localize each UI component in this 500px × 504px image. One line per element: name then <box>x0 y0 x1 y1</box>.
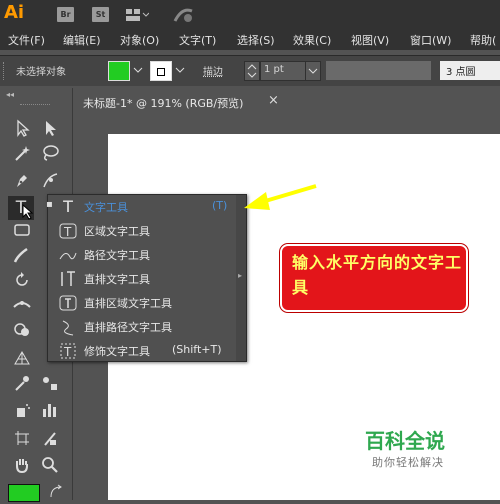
pen-tool-icon[interactable] <box>12 170 32 190</box>
selected-marker-icon: ▪ <box>46 199 53 210</box>
lasso-tool-icon[interactable] <box>40 143 60 163</box>
close-tab-icon[interactable]: × <box>268 93 279 108</box>
svg-text:T: T <box>63 345 72 359</box>
flyout-item-shortcut: (T) <box>212 199 228 212</box>
fill-swatch[interactable] <box>8 484 40 502</box>
svg-text:T: T <box>63 225 72 239</box>
direct-selection-tool-icon[interactable] <box>40 118 60 138</box>
vertical-type-on-path-icon <box>58 317 78 337</box>
watermark-subtitle: 助你轻松解决 <box>372 456 444 469</box>
workspace-layout-icon[interactable] <box>125 6 150 24</box>
hand-tool-icon[interactable] <box>12 455 32 475</box>
flyout-item-area-type-tool[interactable]: T 区域文字工具 <box>48 219 246 243</box>
tearoff-arrow-icon: ▸ <box>238 271 243 280</box>
app-bar <box>0 0 500 30</box>
menu-file[interactable]: 文件(F) <box>8 32 45 48</box>
width-tool-icon[interactable] <box>12 295 32 315</box>
callout-text: 输入水平方向的文字工具 <box>292 253 463 297</box>
flyout-item-vertical-type-on-path-tool[interactable]: 直排路径文字工具 <box>48 315 246 339</box>
menu-select[interactable]: 选择(S) <box>237 32 275 48</box>
stroke-dropdown-icon[interactable] <box>173 62 187 78</box>
flyout-item-vertical-area-type-tool[interactable]: 直排区域文字工具 <box>48 291 246 315</box>
rectangle-tool-icon[interactable] <box>12 220 32 240</box>
flyout-item-type-tool[interactable]: ▪ T 文字工具 (T) <box>46 195 246 219</box>
instruction-callout: 输入水平方向的文字工具 <box>280 244 468 312</box>
slice-tool-icon[interactable] <box>40 428 60 448</box>
flyout-item-touch-type-tool[interactable]: T 修饰文字工具 (Shift+T) <box>48 339 246 363</box>
tools-panel-grip[interactable] <box>20 104 50 107</box>
touch-type-icon: T <box>58 341 78 361</box>
paintbrush-tool-icon[interactable] <box>12 245 32 265</box>
menu-help[interactable]: 帮助( <box>470 32 496 48</box>
vertical-area-type-icon <box>58 293 78 313</box>
bridge-button[interactable]: Br <box>57 7 74 22</box>
column-graph-tool-icon[interactable] <box>40 400 60 420</box>
collapse-panel-icon[interactable]: ◂◂ <box>6 90 14 99</box>
control-bar-grip[interactable] <box>3 62 7 80</box>
watermark-title: 百科全说 <box>365 429 445 453</box>
flyout-item-label: 直排文字工具 <box>84 273 150 286</box>
variable-width-profile[interactable] <box>326 61 431 80</box>
flyout-item-label: 直排路径文字工具 <box>84 321 172 334</box>
type-icon: T <box>63 197 73 216</box>
stroke-stepper[interactable] <box>244 61 260 81</box>
stock-button[interactable]: St <box>92 7 109 22</box>
menu-view[interactable]: 视图(V) <box>351 32 389 48</box>
fill-color-swatch[interactable] <box>108 61 130 81</box>
flyout-item-vertical-type-tool[interactable]: 直排文字工具 <box>48 267 246 291</box>
selection-status: 未选择对象 <box>16 67 66 78</box>
annotation-arrow <box>240 180 320 220</box>
menu-object[interactable]: 对象(O) <box>120 32 159 48</box>
artboard-tool-icon[interactable] <box>12 428 32 448</box>
menu-window[interactable]: 窗口(W) <box>410 32 451 48</box>
brush-definition-value: 3 点圆 <box>446 67 476 78</box>
flyout-item-label: 区域文字工具 <box>84 225 150 238</box>
gpu-performance-icon[interactable] <box>172 5 196 25</box>
rotate-tool-icon[interactable] <box>12 270 32 290</box>
type-tools-flyout: ▪ T 文字工具 (T) T 区域文字工具 路径文字工具 直排文字工具 直排区域… <box>46 194 247 363</box>
perspective-grid-tool-icon[interactable] <box>12 348 32 368</box>
document-title: 未标题-1* @ 191% (RGB/预览) <box>83 97 244 110</box>
selection-tool-icon[interactable] <box>12 118 32 138</box>
type-on-path-icon <box>58 245 78 265</box>
menu-edit[interactable]: 编辑(E) <box>63 32 101 48</box>
stroke-weight-field[interactable]: 1 pt <box>260 61 306 81</box>
swap-fill-stroke-icon[interactable] <box>48 484 64 500</box>
app-logo: Ai <box>4 2 25 23</box>
mouse-cursor-icon <box>22 203 34 220</box>
flyout-item-label: 直排区域文字工具 <box>84 297 172 310</box>
zoom-tool-icon[interactable] <box>40 455 60 475</box>
stroke-color-swatch[interactable] <box>150 61 172 81</box>
area-type-icon: T <box>58 221 78 241</box>
flyout-item-shortcut: (Shift+T) <box>172 343 222 356</box>
fill-dropdown-icon[interactable] <box>131 62 145 78</box>
menu-type[interactable]: 文字(T) <box>179 32 216 48</box>
vertical-type-icon <box>58 269 78 289</box>
flyout-item-label: 路径文字工具 <box>84 249 150 262</box>
flyout-item-label: 文字工具 <box>84 201 128 214</box>
menu-effect[interactable]: 效果(C) <box>293 32 331 48</box>
document-tab[interactable]: 未标题-1* @ 191% (RGB/预览) × <box>75 90 295 114</box>
stroke-weight-value: 1 pt <box>264 64 284 75</box>
stroke-label[interactable]: 描边 <box>203 63 223 78</box>
eyedropper-tool-icon[interactable] <box>12 373 32 393</box>
shape-builder-tool-icon[interactable] <box>12 320 32 340</box>
curvature-tool-icon[interactable] <box>40 170 60 190</box>
brush-definition-field[interactable]: 3 点圆 <box>440 61 500 80</box>
blend-tool-icon[interactable] <box>40 373 60 393</box>
magic-wand-tool-icon[interactable] <box>12 143 32 163</box>
stroke-weight-dropdown-icon[interactable] <box>305 61 321 81</box>
flyout-item-label: 修饰文字工具 <box>84 345 150 358</box>
symbol-sprayer-tool-icon[interactable] <box>12 400 32 420</box>
flyout-item-type-on-path-tool[interactable]: 路径文字工具 <box>48 243 246 267</box>
